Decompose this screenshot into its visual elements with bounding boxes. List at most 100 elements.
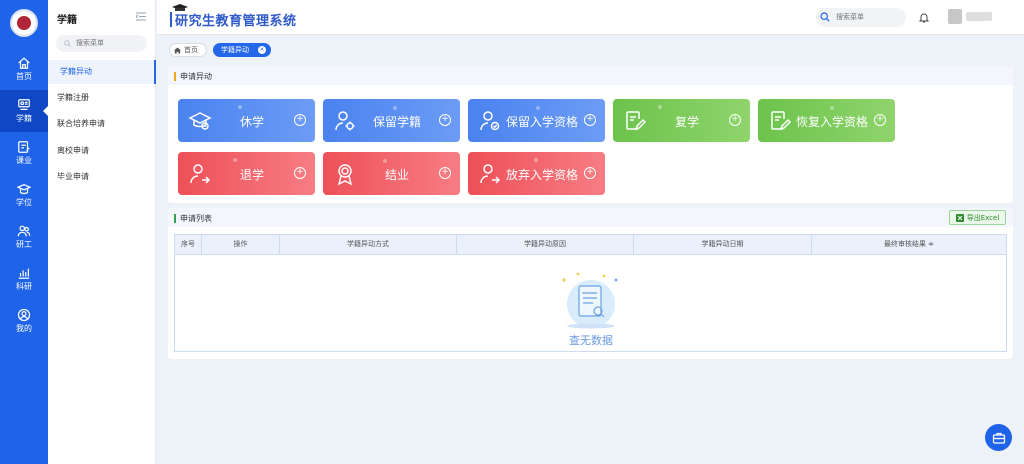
university-logo xyxy=(10,9,38,37)
decor-dot xyxy=(238,105,242,109)
decor-dot xyxy=(383,159,387,163)
search-icon xyxy=(64,40,71,47)
empty-data-text: 查无数据 xyxy=(569,334,613,347)
decor-dot xyxy=(536,106,540,110)
table-header: 序号 操作 学籍异动方式 学籍异动原因 学籍异动日期 最终审核结果 ≑ xyxy=(175,235,1006,255)
bell-icon[interactable] xyxy=(919,12,929,23)
rail-item-label: 科研 xyxy=(16,282,32,291)
plus-circle-icon: + xyxy=(729,114,741,126)
withdraw-button[interactable]: 退学 + xyxy=(178,152,315,195)
menu-item-lixiao[interactable]: 离校申请 xyxy=(48,139,156,163)
application-list-section: 申请列表 导出Excel 序号 操作 学籍异动方式 学籍异动原因 学籍异动日期 … xyxy=(168,208,1013,359)
tab-xueji-yidong[interactable]: 学籍异动 × xyxy=(213,43,271,57)
column-header-sortable[interactable]: 最终审核结果 ≑ xyxy=(812,235,1006,254)
user-exit-icon xyxy=(190,164,211,184)
button-label: 退学 xyxy=(240,168,265,182)
close-icon[interactable]: × xyxy=(258,46,266,54)
home-icon xyxy=(174,46,181,54)
plus-circle-icon: + xyxy=(439,167,451,179)
decor-dot xyxy=(658,105,662,109)
document-edit-icon xyxy=(626,111,647,131)
button-label: 保留入学资格 xyxy=(506,115,579,129)
rail-item-keye[interactable]: 课业 xyxy=(0,132,48,174)
plus-circle-icon: + xyxy=(439,114,451,126)
retain-status-button[interactable]: 保留学籍 + xyxy=(323,99,460,142)
menu-title: 学籍 xyxy=(57,15,77,26)
username-blurred[interactable] xyxy=(966,12,992,21)
button-label: 休学 xyxy=(240,115,265,129)
app-title: 研究生教育管理系统 xyxy=(175,14,297,29)
column-header: 学籍异动原因 xyxy=(457,235,634,254)
rail-item-yangong[interactable]: 研工 xyxy=(0,216,48,258)
retain-admission-button[interactable]: 保留入学资格 + xyxy=(468,99,605,142)
suspend-study-button[interactable]: 休学 + xyxy=(178,99,315,142)
plus-circle-icon: + xyxy=(294,114,306,126)
column-header: 操作 xyxy=(202,235,280,254)
user-exit-icon xyxy=(480,164,501,184)
title-accent xyxy=(170,12,172,27)
research-chart-icon xyxy=(18,268,30,279)
button-label: 结业 xyxy=(385,168,410,182)
excel-icon xyxy=(955,213,964,222)
tab-home[interactable]: 首页 xyxy=(169,43,207,57)
sub-menu: 学籍 学籍异动 学籍注册 联合培养申请 离校申请 毕业申请 xyxy=(48,0,156,464)
rail-item-xueji[interactable]: 学籍 xyxy=(0,90,49,132)
rail-item-label: 课业 xyxy=(16,156,32,165)
menu-item-xueji-yidong[interactable]: 学籍异动 xyxy=(48,60,156,84)
plus-circle-icon: + xyxy=(584,114,596,126)
rail-item-wode[interactable]: 我的 xyxy=(0,300,48,342)
rail-item-label: 学位 xyxy=(16,198,32,207)
user-gear-icon xyxy=(335,111,355,131)
people-icon xyxy=(17,225,31,237)
empty-data-illustration xyxy=(562,272,618,329)
rail-item-label: 我的 xyxy=(16,324,32,333)
complete-study-button[interactable]: 结业 + xyxy=(323,152,460,195)
briefcase-icon xyxy=(992,432,1005,444)
menu-item-lianhe-peiyang[interactable]: 联合培养申请 xyxy=(48,112,156,136)
search-icon xyxy=(820,12,830,22)
rail-item-home[interactable]: 首页 xyxy=(0,48,48,90)
section-title: 申请异动 xyxy=(174,71,212,82)
floating-toolbox-button[interactable] xyxy=(985,424,1012,451)
restore-admission-button[interactable]: 恢复入学资格 + xyxy=(758,99,895,142)
tab-label: 首页 xyxy=(184,46,198,54)
abandon-admission-button[interactable]: 放弃入学资格 + xyxy=(468,152,605,195)
section-header: 申请异动 xyxy=(168,66,1013,85)
home-icon xyxy=(18,57,30,69)
top-bar: 研究生教育管理系统 xyxy=(157,0,1024,35)
user-circle-icon xyxy=(17,308,31,322)
rail-item-label: 学籍 xyxy=(16,114,32,123)
menu-item-biye[interactable]: 毕业申请 xyxy=(48,165,156,189)
export-label: 导出Excel xyxy=(966,213,1000,222)
collapse-menu-icon[interactable] xyxy=(136,12,146,21)
rail-item-xuewei[interactable]: 学位 xyxy=(0,174,48,216)
column-header: 序号 xyxy=(175,235,202,254)
decor-dot xyxy=(534,158,538,162)
course-icon xyxy=(18,141,30,153)
user-check-icon xyxy=(480,111,500,131)
button-label: 恢复入学资格 xyxy=(796,115,869,129)
resume-study-button[interactable]: 复学 + xyxy=(613,99,750,142)
graduation-cap-icon xyxy=(17,183,31,195)
application-table: 序号 操作 学籍异动方式 学籍异动原因 学籍异动日期 最终审核结果 ≑ 查无数据 xyxy=(174,234,1007,352)
column-header: 学籍异动方式 xyxy=(280,235,457,254)
award-icon xyxy=(337,164,353,186)
decor-dot xyxy=(393,106,397,110)
document-edit-icon xyxy=(771,111,792,131)
rail-item-label: 研工 xyxy=(16,240,32,249)
button-label: 复学 xyxy=(675,115,700,129)
section-title: 申请列表 xyxy=(174,213,212,224)
plus-circle-icon: + xyxy=(874,114,886,126)
graduation-cap-icon xyxy=(188,112,212,130)
menu-item-xueji-zhuce[interactable]: 学籍注册 xyxy=(48,86,156,110)
column-header: 学籍异动日期 xyxy=(634,235,812,254)
plus-circle-icon: + xyxy=(584,167,596,179)
apply-section: 申请异动 休学 + 保留学籍 + 保留入学资格 + 复学 + 恢复入学资格 + … xyxy=(168,66,1013,203)
student-card-icon xyxy=(18,99,30,110)
export-excel-button[interactable]: 导出Excel xyxy=(949,210,1006,225)
avatar[interactable] xyxy=(948,9,962,24)
icon-rail: 首页 学籍 课业 学位 研工 科研 我的 xyxy=(0,0,49,464)
rail-item-keyan[interactable]: 科研 xyxy=(0,258,48,300)
rail-item-label: 首页 xyxy=(16,72,32,81)
button-label: 放弃入学资格 xyxy=(506,168,579,182)
